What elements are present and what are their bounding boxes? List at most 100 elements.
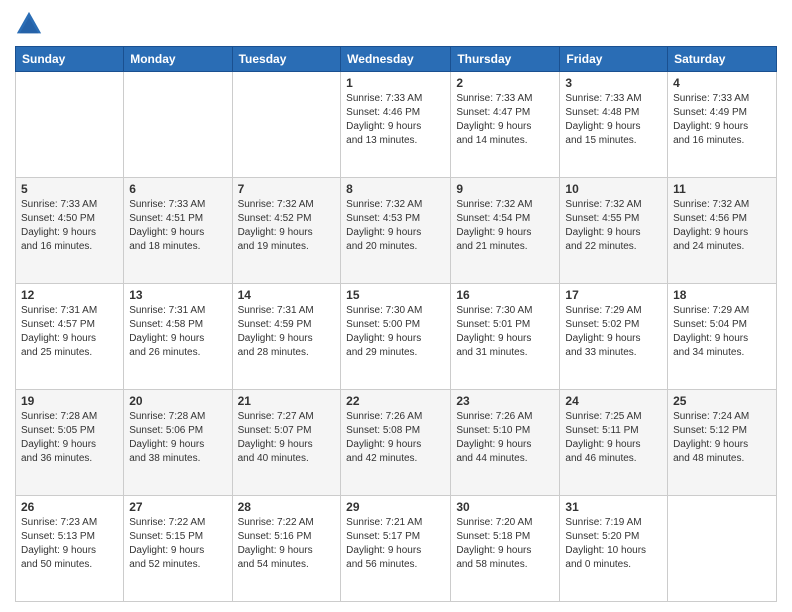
day-number: 28 <box>238 500 336 514</box>
day-info: Sunrise: 7:22 AM Sunset: 5:16 PM Dayligh… <box>238 516 336 572</box>
day-cell: 30 Sunrise: 7:20 AM Sunset: 5:18 PM Dayli… <box>451 496 560 602</box>
week-row-3: 12 Sunrise: 7:31 AM Sunset: 4:57 PM Dayli… <box>16 284 777 390</box>
day-info: Sunrise: 7:33 AM Sunset: 4:47 PM Dayligh… <box>456 92 554 148</box>
day-cell: 21 Sunrise: 7:27 AM Sunset: 5:07 PM Dayli… <box>232 390 341 496</box>
day-number: 27 <box>129 500 226 514</box>
day-number: 13 <box>129 288 226 302</box>
day-info: Sunrise: 7:33 AM Sunset: 4:50 PM Dayligh… <box>21 198 118 254</box>
week-row-5: 26 Sunrise: 7:23 AM Sunset: 5:13 PM Dayli… <box>16 496 777 602</box>
day-number: 31 <box>565 500 662 514</box>
day-info: Sunrise: 7:26 AM Sunset: 5:08 PM Dayligh… <box>346 410 445 466</box>
day-number: 26 <box>21 500 118 514</box>
week-row-1: 1 Sunrise: 7:33 AM Sunset: 4:46 PM Daylig… <box>16 72 777 178</box>
day-info: Sunrise: 7:28 AM Sunset: 5:06 PM Dayligh… <box>129 410 226 466</box>
day-cell: 28 Sunrise: 7:22 AM Sunset: 5:16 PM Dayli… <box>232 496 341 602</box>
day-cell: 22Sunrise: 7:26 AM Sunset: 5:08 PM Dayli… <box>341 390 451 496</box>
day-cell <box>16 72 124 178</box>
day-cell: 7Sunrise: 7:32 AM Sunset: 4:52 PM Daylig… <box>232 178 341 284</box>
week-row-4: 19Sunrise: 7:28 AM Sunset: 5:05 PM Dayli… <box>16 390 777 496</box>
header-cell-monday: Monday <box>124 47 232 72</box>
day-info: Sunrise: 7:32 AM Sunset: 4:54 PM Dayligh… <box>456 198 554 254</box>
day-cell: 27 Sunrise: 7:22 AM Sunset: 5:15 PM Dayli… <box>124 496 232 602</box>
day-number: 8 <box>346 182 445 196</box>
header-row: SundayMondayTuesdayWednesdayThursdayFrid… <box>16 47 777 72</box>
day-number: 12 <box>21 288 118 302</box>
day-cell <box>124 72 232 178</box>
day-info: Sunrise: 7:25 AM Sunset: 5:11 PM Dayligh… <box>565 410 662 466</box>
day-number: 9 <box>456 182 554 196</box>
day-cell: 15Sunrise: 7:30 AM Sunset: 5:00 PM Dayli… <box>341 284 451 390</box>
day-number: 6 <box>129 182 226 196</box>
day-number: 5 <box>21 182 118 196</box>
day-info: Sunrise: 7:27 AM Sunset: 5:07 PM Dayligh… <box>238 410 336 466</box>
day-info: Sunrise: 7:33 AM Sunset: 4:51 PM Dayligh… <box>129 198 226 254</box>
day-number: 3 <box>565 76 662 90</box>
day-number: 20 <box>129 394 226 408</box>
day-cell: 19Sunrise: 7:28 AM Sunset: 5:05 PM Dayli… <box>16 390 124 496</box>
day-cell: 10 Sunrise: 7:32 AM Sunset: 4:55 PM Dayli… <box>560 178 668 284</box>
day-cell: 29Sunrise: 7:21 AM Sunset: 5:17 PM Dayli… <box>341 496 451 602</box>
day-info: Sunrise: 7:31 AM Sunset: 4:58 PM Dayligh… <box>129 304 226 360</box>
header-cell-wednesday: Wednesday <box>341 47 451 72</box>
day-cell: 8 Sunrise: 7:32 AM Sunset: 4:53 PM Daylig… <box>341 178 451 284</box>
day-info: Sunrise: 7:29 AM Sunset: 5:04 PM Dayligh… <box>673 304 771 360</box>
day-info: Sunrise: 7:31 AM Sunset: 4:57 PM Dayligh… <box>21 304 118 360</box>
day-number: 2 <box>456 76 554 90</box>
page: SundayMondayTuesdayWednesdayThursdayFrid… <box>0 0 792 612</box>
day-number: 19 <box>21 394 118 408</box>
header-cell-saturday: Saturday <box>668 47 777 72</box>
day-cell: 25 Sunrise: 7:24 AM Sunset: 5:12 PM Dayli… <box>668 390 777 496</box>
day-info: Sunrise: 7:32 AM Sunset: 4:56 PM Dayligh… <box>673 198 771 254</box>
day-cell: 6 Sunrise: 7:33 AM Sunset: 4:51 PM Daylig… <box>124 178 232 284</box>
day-info: Sunrise: 7:26 AM Sunset: 5:10 PM Dayligh… <box>456 410 554 466</box>
day-number: 24 <box>565 394 662 408</box>
header-cell-thursday: Thursday <box>451 47 560 72</box>
header-cell-tuesday: Tuesday <box>232 47 341 72</box>
day-cell: 9 Sunrise: 7:32 AM Sunset: 4:54 PM Daylig… <box>451 178 560 284</box>
logo-icon <box>15 10 43 38</box>
day-info: Sunrise: 7:20 AM Sunset: 5:18 PM Dayligh… <box>456 516 554 572</box>
day-cell <box>232 72 341 178</box>
day-number: 25 <box>673 394 771 408</box>
day-number: 30 <box>456 500 554 514</box>
day-cell: 2 Sunrise: 7:33 AM Sunset: 4:47 PM Daylig… <box>451 72 560 178</box>
header <box>15 10 777 38</box>
day-info: Sunrise: 7:23 AM Sunset: 5:13 PM Dayligh… <box>21 516 118 572</box>
day-cell: 13 Sunrise: 7:31 AM Sunset: 4:58 PM Dayli… <box>124 284 232 390</box>
day-number: 10 <box>565 182 662 196</box>
day-info: Sunrise: 7:30 AM Sunset: 5:01 PM Dayligh… <box>456 304 554 360</box>
day-info: Sunrise: 7:32 AM Sunset: 4:53 PM Dayligh… <box>346 198 445 254</box>
day-cell <box>668 496 777 602</box>
day-number: 11 <box>673 182 771 196</box>
day-cell: 12 Sunrise: 7:31 AM Sunset: 4:57 PM Dayli… <box>16 284 124 390</box>
day-number: 21 <box>238 394 336 408</box>
day-cell: 17Sunrise: 7:29 AM Sunset: 5:02 PM Dayli… <box>560 284 668 390</box>
day-cell: 14Sunrise: 7:31 AM Sunset: 4:59 PM Dayli… <box>232 284 341 390</box>
day-number: 1 <box>346 76 445 90</box>
logo <box>15 10 47 38</box>
day-cell: 5 Sunrise: 7:33 AM Sunset: 4:50 PM Daylig… <box>16 178 124 284</box>
calendar-body: 1 Sunrise: 7:33 AM Sunset: 4:46 PM Daylig… <box>16 72 777 602</box>
header-cell-friday: Friday <box>560 47 668 72</box>
day-info: Sunrise: 7:21 AM Sunset: 5:17 PM Dayligh… <box>346 516 445 572</box>
day-info: Sunrise: 7:32 AM Sunset: 4:52 PM Dayligh… <box>238 198 336 254</box>
day-cell: 4Sunrise: 7:33 AM Sunset: 4:49 PM Daylig… <box>668 72 777 178</box>
day-info: Sunrise: 7:22 AM Sunset: 5:15 PM Dayligh… <box>129 516 226 572</box>
day-info: Sunrise: 7:32 AM Sunset: 4:55 PM Dayligh… <box>565 198 662 254</box>
day-cell: 31 Sunrise: 7:19 AM Sunset: 5:20 PM Dayli… <box>560 496 668 602</box>
day-info: Sunrise: 7:19 AM Sunset: 5:20 PM Dayligh… <box>565 516 662 572</box>
day-number: 18 <box>673 288 771 302</box>
day-number: 16 <box>456 288 554 302</box>
day-number: 23 <box>456 394 554 408</box>
day-cell: 23 Sunrise: 7:26 AM Sunset: 5:10 PM Dayli… <box>451 390 560 496</box>
day-cell: 3 Sunrise: 7:33 AM Sunset: 4:48 PM Daylig… <box>560 72 668 178</box>
calendar-header: SundayMondayTuesdayWednesdayThursdayFrid… <box>16 47 777 72</box>
day-info: Sunrise: 7:24 AM Sunset: 5:12 PM Dayligh… <box>673 410 771 466</box>
day-number: 17 <box>565 288 662 302</box>
day-info: Sunrise: 7:33 AM Sunset: 4:49 PM Dayligh… <box>673 92 771 148</box>
day-info: Sunrise: 7:33 AM Sunset: 4:48 PM Dayligh… <box>565 92 662 148</box>
day-number: 14 <box>238 288 336 302</box>
day-cell: 18 Sunrise: 7:29 AM Sunset: 5:04 PM Dayli… <box>668 284 777 390</box>
day-cell: 16 Sunrise: 7:30 AM Sunset: 5:01 PM Dayli… <box>451 284 560 390</box>
day-info: Sunrise: 7:33 AM Sunset: 4:46 PM Dayligh… <box>346 92 445 148</box>
